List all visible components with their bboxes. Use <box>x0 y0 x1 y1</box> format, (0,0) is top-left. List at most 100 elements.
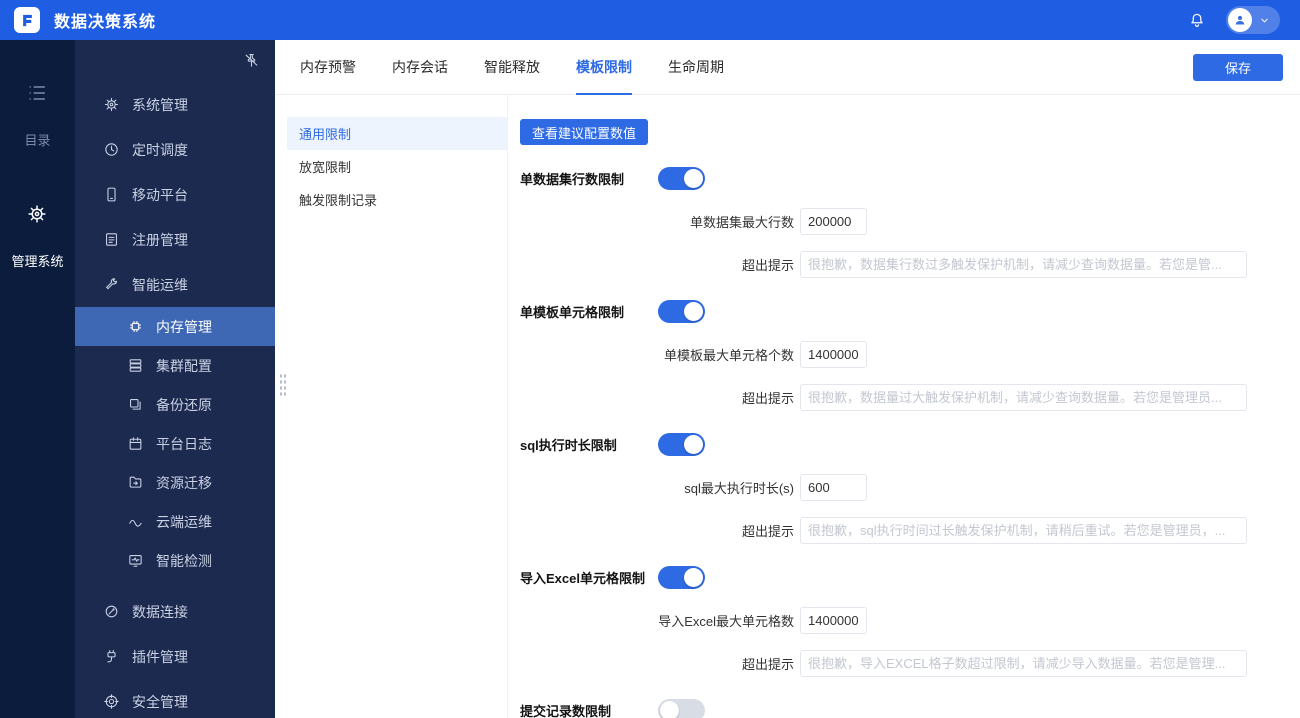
sidebar-item-resource-migration[interactable]: 资源迁移 <box>75 463 275 502</box>
field-label: 单数据集最大行数 <box>689 215 794 230</box>
sidebar-item-label: 数据连接 <box>132 603 188 620</box>
sidebar-item-registration[interactable]: 注册管理 <box>75 217 275 262</box>
toggle-excel-cell-limit[interactable] <box>658 566 705 589</box>
sidebar-item-data-connection[interactable]: 数据连接 <box>75 589 275 634</box>
field-row: 超出提示 <box>520 517 1284 544</box>
sidebar-item-label: 平台日志 <box>156 435 212 452</box>
rail-item-label: 管理系统 <box>11 254 64 269</box>
field-row: 单模板最大单元格个数 <box>520 341 1284 368</box>
field-row: 超出提示 <box>520 650 1284 677</box>
gear-icon <box>104 97 119 112</box>
unpin-sidebar-icon[interactable] <box>243 52 260 69</box>
toggle-template-cell-limit[interactable] <box>658 300 705 323</box>
max-sql-duration-input[interactable] <box>800 474 867 501</box>
sidebar-item-label: 云端运维 <box>156 513 212 530</box>
sidebar-item-label: 智能运维 <box>132 276 188 293</box>
topbar: 数据决策系统 <box>0 0 1300 40</box>
sidebar-item-plugin-mgmt[interactable]: 插件管理 <box>75 634 275 679</box>
toggle-dataset-row-limit[interactable] <box>658 167 705 190</box>
sidebar-item-backup-restore[interactable]: 备份还原 <box>75 385 275 424</box>
sidebar-item-intelligent-ops[interactable]: 智能运维 <box>75 262 275 307</box>
sidebar-item-label: 插件管理 <box>132 648 188 665</box>
field-label: 超出提示 <box>741 524 794 539</box>
connection-icon <box>105 605 118 618</box>
rail-item-admin-system[interactable]: 管理系统 <box>11 203 64 270</box>
excel-exceed-tip-input[interactable] <box>800 650 1247 677</box>
notification-bell-icon[interactable] <box>1188 11 1206 29</box>
sidebar-item-label: 内存管理 <box>156 318 212 335</box>
view-suggested-config-button[interactable]: 查看建议配置数值 <box>520 119 649 145</box>
section-label: 导入Excel单元格限制 <box>520 571 645 586</box>
subnav-item-general-limit[interactable]: 通用限制 <box>287 117 507 150</box>
max-template-cells-input[interactable] <box>800 341 867 368</box>
sidebar-drag-handle[interactable] <box>279 373 287 397</box>
main-layout: 目录 管理系统 系统管理 定时调度 移动平台 注册管理 智能运维 内存管理 集群… <box>0 40 1300 718</box>
save-button[interactable]: 保存 <box>1193 53 1283 81</box>
tab-label: 内存会话 <box>392 59 448 75</box>
app-title: 数据决策系统 <box>54 14 157 31</box>
sidebar-item-cloud-ops[interactable]: 云端运维 <box>75 502 275 541</box>
field-row: 导入Excel最大单元格数 <box>520 607 1284 634</box>
field-row: 超出提示 <box>520 251 1284 278</box>
sidebar-item-memory-mgmt[interactable]: 内存管理 <box>75 307 275 346</box>
tab-label: 生命周期 <box>668 59 724 75</box>
avatar <box>1228 8 1252 32</box>
sidebar-item-label: 安全管理 <box>132 693 188 710</box>
main-panel: 内存预警 内存会话 智能释放 模板限制 生命周期 保存 通用限制 放宽限制 触发… <box>275 40 1300 718</box>
limit-subnav: 通用限制 放宽限制 触发限制记录 <box>275 95 508 718</box>
field-label: 超出提示 <box>741 657 794 672</box>
tab-smart-release[interactable]: 智能释放 <box>484 40 540 95</box>
sidebar-item-security-mgmt[interactable]: 安全管理 <box>75 679 275 718</box>
toggle-knob <box>684 302 703 321</box>
tab-template-limit[interactable]: 模板限制 <box>576 40 632 95</box>
field-label: 超出提示 <box>741 258 794 273</box>
section-label: 单模板单元格限制 <box>520 305 625 320</box>
admin-sidebar: 系统管理 定时调度 移动平台 注册管理 智能运维 内存管理 集群配置 备份还原 … <box>75 40 275 718</box>
app-logo[interactable] <box>14 7 40 33</box>
sidebar-item-label: 移动平台 <box>132 186 188 203</box>
max-dataset-rows-input[interactable] <box>800 208 867 235</box>
tab-memory-warning[interactable]: 内存预警 <box>300 40 356 95</box>
field-row: 超出提示 <box>520 384 1284 411</box>
topbar-right <box>1188 6 1280 34</box>
template-exceed-tip-input[interactable] <box>800 384 1247 411</box>
mobile-icon <box>107 187 116 202</box>
tab-label: 内存预警 <box>300 59 356 75</box>
toggle-sql-duration-limit[interactable] <box>658 433 705 456</box>
max-excel-cells-input[interactable] <box>800 607 867 634</box>
subnav-label: 触发限制记录 <box>299 193 378 208</box>
toggle-knob <box>684 568 703 587</box>
tab-memory-session[interactable]: 内存会话 <box>392 40 448 95</box>
subnav-item-relaxed-limit[interactable]: 放宽限制 <box>287 150 507 183</box>
chevron-down-icon <box>1259 15 1270 26</box>
section-excel-cell-limit: 导入Excel单元格限制 <box>520 564 1284 591</box>
dataset-exceed-tip-input[interactable] <box>800 251 1247 278</box>
field-label: 单模板最大单元格个数 <box>663 348 794 363</box>
memory-chip-icon <box>130 321 141 332</box>
rail-item-directory[interactable]: 目录 <box>24 82 51 149</box>
sidebar-item-label: 智能检测 <box>156 552 212 569</box>
subnav-item-trigger-records[interactable]: 触发限制记录 <box>287 183 507 216</box>
content-area: 通用限制 放宽限制 触发限制记录 查看建议配置数值 单数据集行数限制 单数据集最… <box>275 95 1300 718</box>
security-target-icon <box>104 694 119 709</box>
toggle-knob <box>684 435 703 454</box>
migrate-folder-icon <box>129 476 142 488</box>
field-label: sql最大执行时长(s) <box>684 481 794 496</box>
monitor-pulse-icon <box>129 555 142 567</box>
sidebar-item-mobile-platform[interactable]: 移动平台 <box>75 172 275 217</box>
sidebar-item-system-mgmt[interactable]: 系统管理 <box>75 82 275 127</box>
user-menu[interactable] <box>1226 6 1280 34</box>
sidebar-item-scheduler[interactable]: 定时调度 <box>75 127 275 172</box>
gear-icon <box>28 205 47 223</box>
subnav-label: 放宽限制 <box>299 160 352 175</box>
tab-label: 模板限制 <box>576 59 632 75</box>
plug-icon <box>107 649 116 663</box>
tab-lifecycle[interactable]: 生命周期 <box>668 40 724 95</box>
toggle-submit-record-limit[interactable] <box>658 699 705 718</box>
directory-list-icon <box>29 86 46 100</box>
sidebar-item-cluster-config[interactable]: 集群配置 <box>75 346 275 385</box>
sidebar-item-intelligent-detection[interactable]: 智能检测 <box>75 541 275 580</box>
sql-exceed-tip-input[interactable] <box>800 517 1247 544</box>
toggle-knob <box>660 701 679 718</box>
sidebar-item-platform-logs[interactable]: 平台日志 <box>75 424 275 463</box>
